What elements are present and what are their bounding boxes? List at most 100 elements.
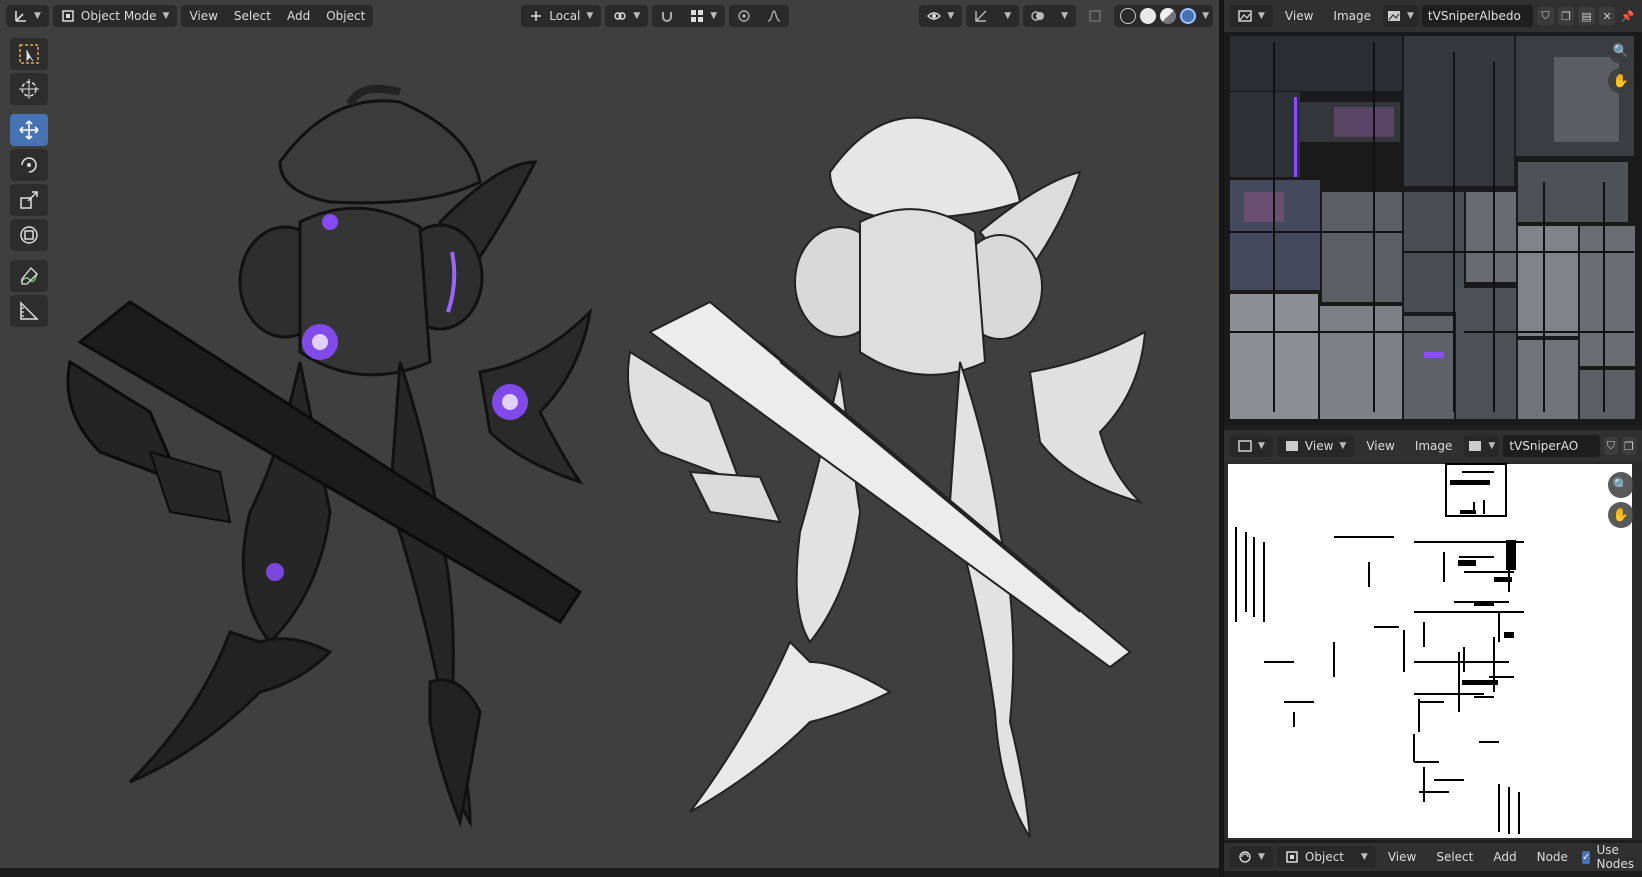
gizmo-group: ▼ <box>966 5 1020 27</box>
mode-label: Object Mode <box>80 9 157 23</box>
measure-tool[interactable] <box>10 295 48 327</box>
overlay-group: ▼ <box>1023 5 1077 27</box>
duplicate-image-icon[interactable]: ❐ <box>1621 437 1636 455</box>
viewport-menu: View Select Add Object <box>181 5 374 27</box>
viewport-header: ▼ Object Mode ▼ View Select Add Object L… <box>0 0 1219 32</box>
menu-image[interactable]: Image <box>1407 435 1461 457</box>
shader-type-label: Object <box>1304 850 1345 864</box>
ao-texture-canvas[interactable] <box>1224 462 1642 840</box>
orientation-dropdown[interactable]: Local ▼ <box>521 5 602 27</box>
cursor-tool[interactable] <box>10 73 48 105</box>
editor-type-button[interactable]: ▼ <box>1230 435 1273 457</box>
menu-view[interactable]: View <box>1380 846 1424 868</box>
new-image-icon[interactable]: ▤ <box>1578 7 1595 25</box>
menu-add[interactable]: Add <box>1485 846 1524 868</box>
zoom-button[interactable]: 🔍 <box>1608 38 1634 64</box>
3d-viewport[interactable]: ▼ Object Mode ▼ View Select Add Object L… <box>0 0 1219 868</box>
rotate-icon <box>21 157 37 173</box>
object-mode-icon <box>62 10 74 22</box>
select-box-tool[interactable] <box>10 38 48 70</box>
viewport-scene[interactable] <box>0 32 1219 868</box>
solid-shading-icon[interactable] <box>1140 8 1157 24</box>
menu-view[interactable]: View <box>1277 5 1321 27</box>
snap-toggle[interactable] <box>652 5 682 27</box>
menu-object[interactable]: Object <box>318 5 373 27</box>
eye-icon <box>927 12 942 20</box>
albedo-texture-canvas[interactable] <box>1224 32 1642 427</box>
image-editor-albedo[interactable]: ▼ View Image ▼ tVSniperAlbedo ⛉ ❐ ▤ ✕ 📌 <box>1224 0 1642 427</box>
proportional-toggle[interactable] <box>729 5 759 27</box>
menu-view[interactable]: View <box>1358 435 1402 457</box>
white-robot-model[interactable] <box>627 116 1147 838</box>
shader-editor-header: ▼ Object ▼ View Select Add Node ✓ Use No… <box>1224 843 1642 871</box>
gizmo-dropdown[interactable]: ▼ <box>996 5 1019 27</box>
editor-type-button[interactable]: ▼ <box>1230 846 1273 868</box>
magnet-icon <box>662 12 673 22</box>
chevron-down-icon: ▼ <box>633 11 641 21</box>
image-name-field[interactable]: tVSniperAlbedo <box>1421 5 1534 27</box>
annotate-pencil-icon <box>20 267 38 285</box>
menu-image[interactable]: Image <box>1325 5 1379 27</box>
chevron-down-icon: ▼ <box>1339 441 1347 451</box>
rendered-shading-icon[interactable] <box>1180 8 1197 24</box>
use-nodes-checkbox[interactable]: ✓ <box>1581 850 1591 864</box>
move-tool[interactable] <box>10 114 48 146</box>
chevron-down-icon: ▼ <box>1488 441 1496 451</box>
pan-hand-button[interactable]: ✋ <box>1608 68 1634 94</box>
chevron-down-icon: ▼ <box>1258 441 1265 451</box>
select-box-icon <box>19 44 39 64</box>
image-name-field[interactable]: tVSniperAO <box>1503 435 1600 457</box>
use-nodes-label: Use Nodes <box>1596 843 1635 871</box>
unlink-close-icon[interactable]: ✕ <box>1598 7 1616 25</box>
transform-tool[interactable] <box>10 219 48 251</box>
rotate-tool[interactable] <box>10 149 48 181</box>
image-browse-button[interactable]: ▼ <box>1383 5 1418 27</box>
transform-icon <box>20 226 38 244</box>
pan-hand-button[interactable]: ✋ <box>1608 502 1634 528</box>
chevron-down-icon[interactable]: ▼ <box>1202 11 1209 21</box>
image-browse-button[interactable]: ▼ <box>1464 435 1500 457</box>
falloff-dropdown[interactable] <box>759 5 789 27</box>
menu-node[interactable]: Node <box>1529 846 1576 868</box>
dark-robot-model[interactable] <box>66 85 593 828</box>
proportional-icon <box>738 10 750 22</box>
pin-icon[interactable]: 📌 <box>1619 7 1636 25</box>
grid-snap-icon <box>691 10 704 22</box>
duplicate-image-icon[interactable]: ❐ <box>1557 7 1575 25</box>
gizmo-toggle[interactable] <box>966 5 996 27</box>
menu-view[interactable]: View <box>181 5 225 27</box>
overlay-toggle[interactable] <box>1023 5 1053 27</box>
material-shading-icon[interactable] <box>1160 8 1177 24</box>
chevron-down-icon: ▼ <box>947 11 955 21</box>
view-mode-dropdown[interactable]: View ▼ <box>1276 435 1355 457</box>
editor-type-button[interactable]: ▼ <box>1230 5 1273 27</box>
mode-dropdown[interactable]: Object Mode ▼ <box>52 5 178 27</box>
shader-type-dropdown[interactable]: Object ▼ <box>1276 846 1376 868</box>
menu-select[interactable]: Select <box>226 5 279 27</box>
gizmo-icon <box>975 10 987 22</box>
view-mode-label: View <box>1304 439 1334 453</box>
wireframe-shading-icon[interactable] <box>1120 8 1137 24</box>
pivot-dropdown[interactable]: ▼ <box>605 5 649 27</box>
chevron-down-icon: ▼ <box>1061 11 1069 21</box>
menu-add[interactable]: Add <box>279 5 318 27</box>
visibility-dropdown[interactable]: ▼ <box>919 5 963 27</box>
shading-group: ▼ <box>1114 5 1213 27</box>
use-nodes-toggle[interactable]: ✓ Use Nodes <box>1580 843 1641 871</box>
proportional-group <box>729 5 790 27</box>
falloff-curve-icon <box>767 10 781 22</box>
zoom-button[interactable]: 🔍 <box>1608 472 1634 498</box>
chevron-down-icon: ▼ <box>162 11 170 21</box>
fake-user-shield-icon[interactable]: ⛉ <box>1603 437 1618 455</box>
scale-tool[interactable] <box>10 184 48 216</box>
editor-type-button[interactable]: ▼ <box>6 5 49 27</box>
fake-user-shield-icon[interactable]: ⛉ <box>1537 7 1554 25</box>
snap-group: ▼ <box>652 5 726 27</box>
menu-select[interactable]: Select <box>1428 846 1481 868</box>
image-editor-header: ▼ View Image ▼ tVSniperAlbedo ⛉ ❐ ▤ ✕ 📌 <box>1224 0 1642 32</box>
xray-toggle[interactable] <box>1080 5 1110 27</box>
snap-target-dropdown[interactable]: ▼ <box>682 5 725 27</box>
overlay-dropdown[interactable]: ▼ <box>1053 5 1076 27</box>
annotate-tool[interactable] <box>10 260 48 292</box>
image-editor-ao[interactable]: ▼ View ▼ View Image ▼ tVSniperAO ⛉ ❐ 🔍 ✋ <box>1224 430 1642 840</box>
